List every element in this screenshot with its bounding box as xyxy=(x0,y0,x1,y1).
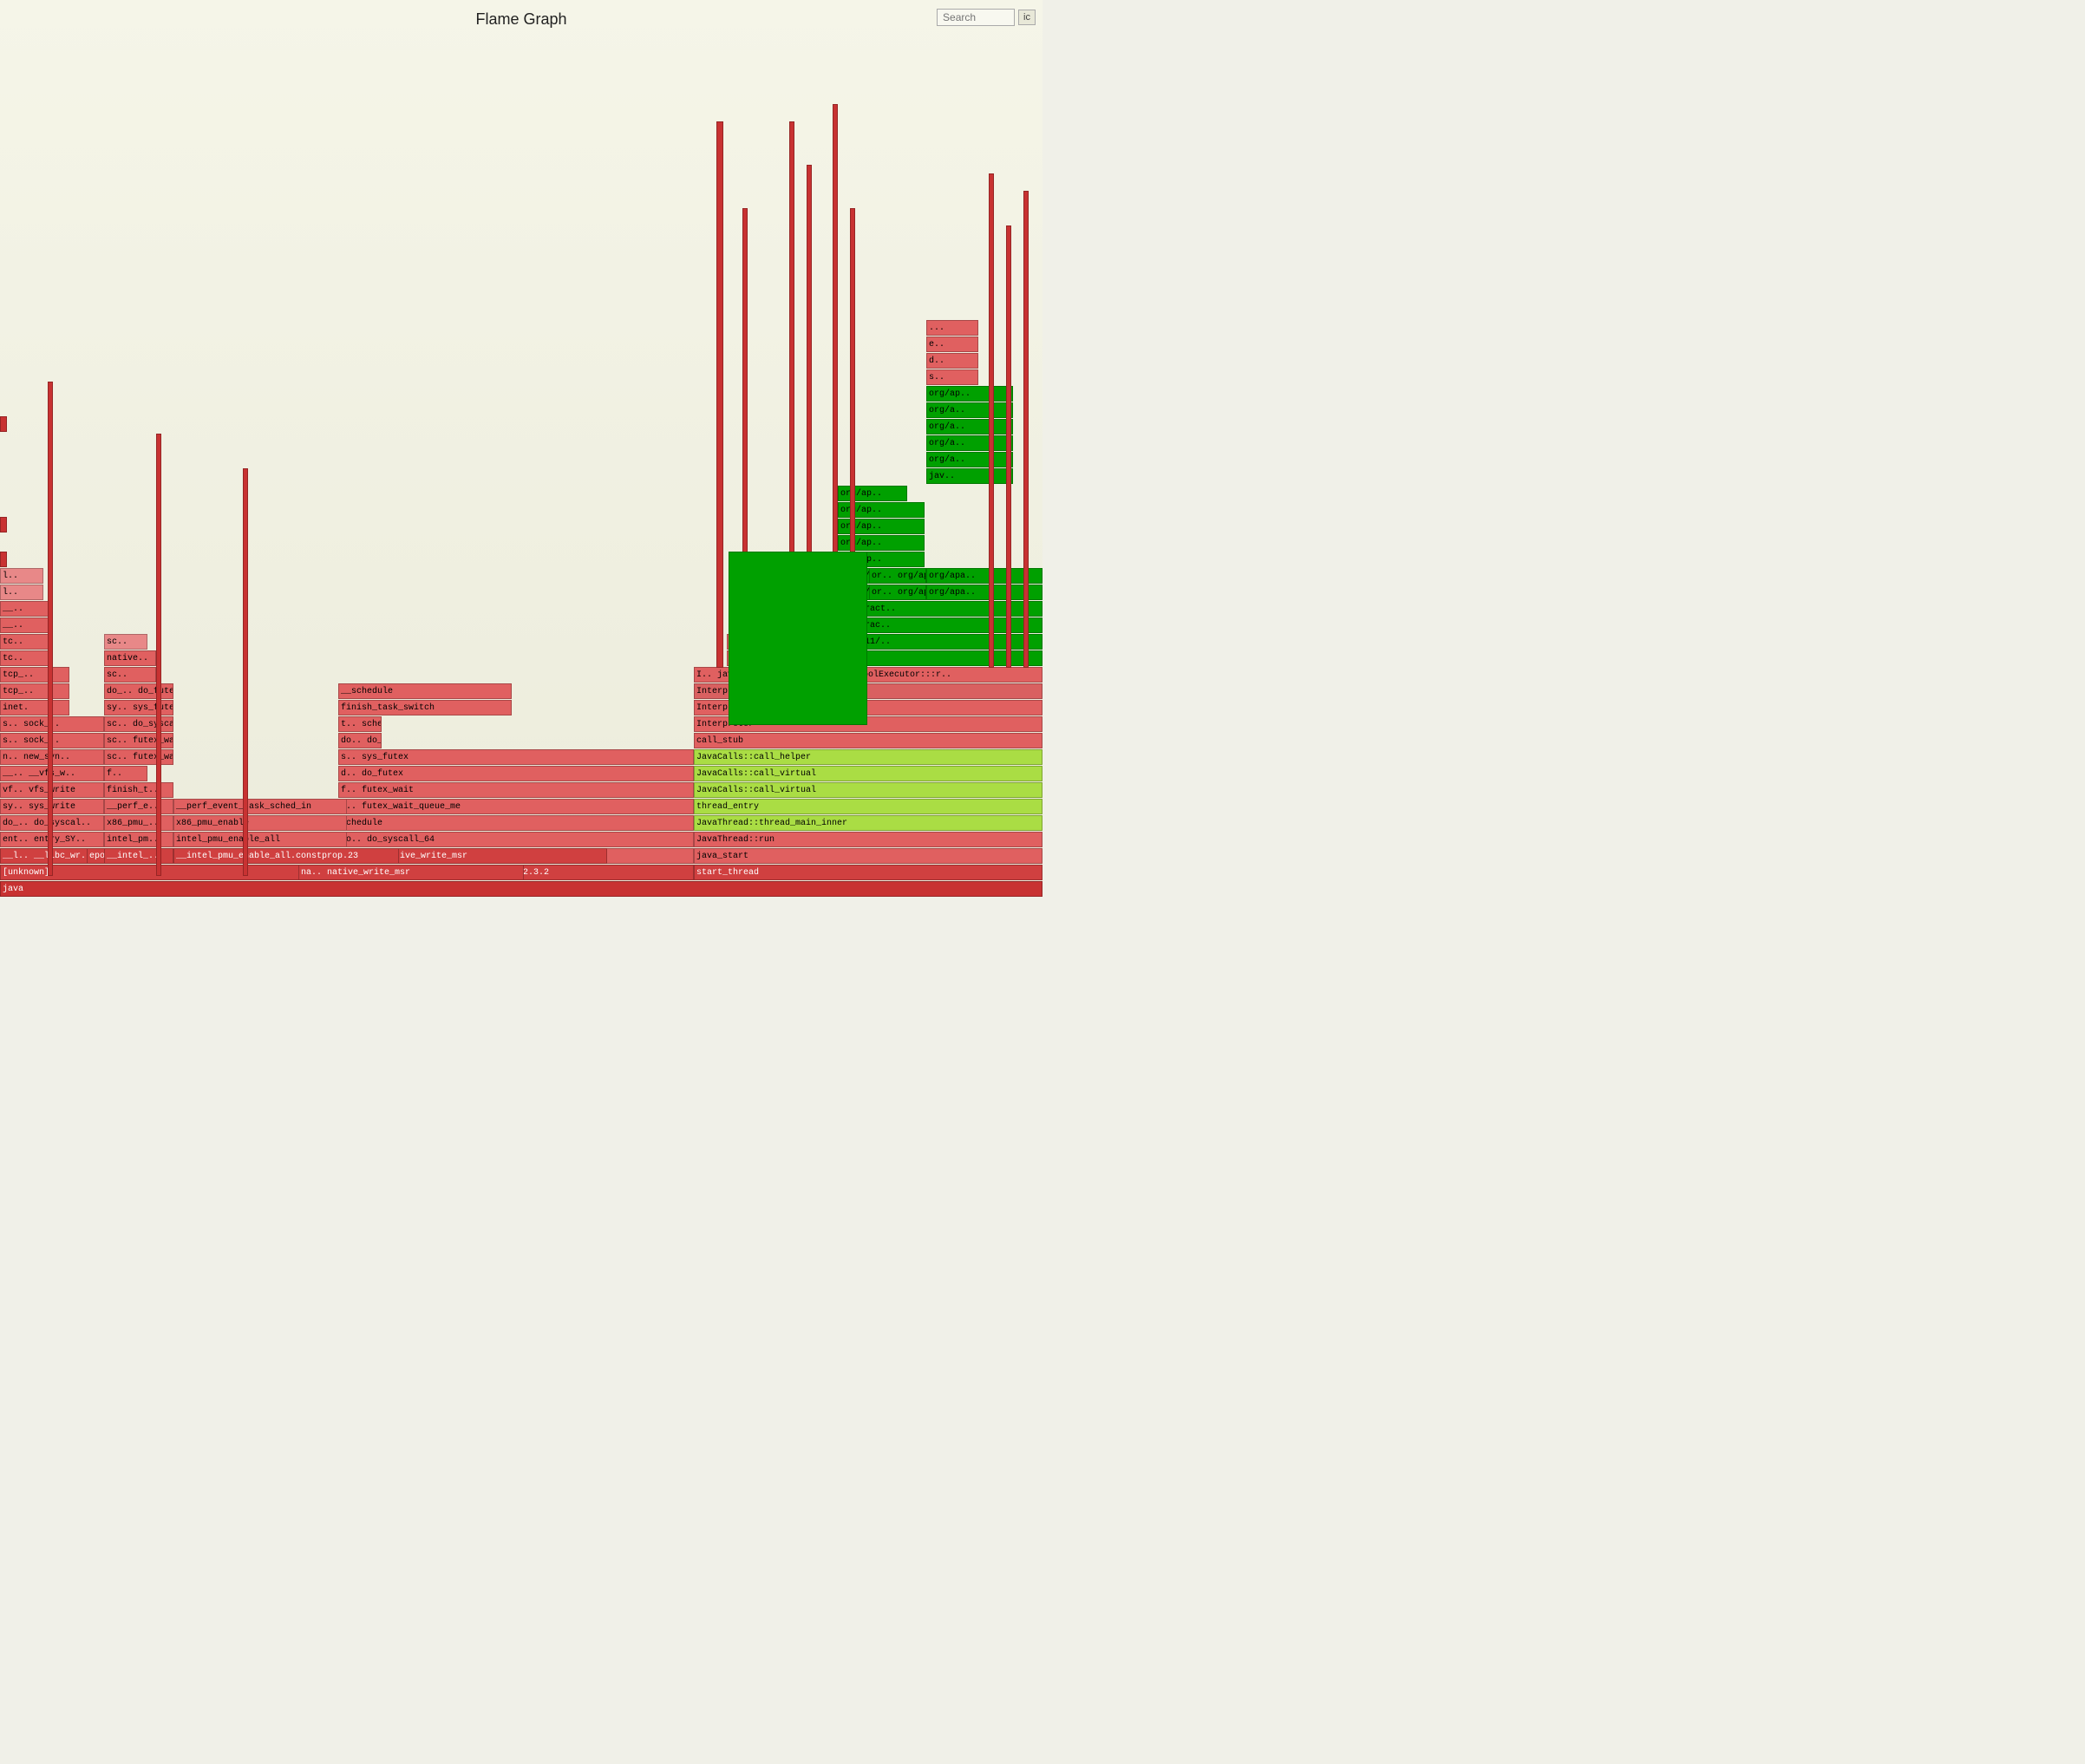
flame-frame-small_tall9[interactable] xyxy=(1023,191,1029,668)
flame-frame-futex_wait3[interactable]: s.. sys_futex xyxy=(338,749,694,765)
flame-frame-e_top[interactable]: e.. xyxy=(926,336,978,352)
flame-frame-small_tall7[interactable] xyxy=(989,173,994,668)
flame-frame-perf_event_task[interactable]: __perf_event_task_sched_in xyxy=(173,799,347,814)
flame-frame-l1[interactable]: l.. xyxy=(0,585,43,600)
page-title: Flame Graph xyxy=(0,0,1042,32)
flame-frame-org_a_442[interactable]: org/a.. xyxy=(926,419,1013,434)
flame-frame-do_syscall2[interactable]: do.. do_syscall_64 xyxy=(338,832,694,847)
flame-frame-native_write_msr_box[interactable]: native_write_msr xyxy=(382,848,607,864)
flame-frame-small2[interactable] xyxy=(0,517,7,532)
flame-frame-sc3[interactable]: sc.. xyxy=(104,634,147,650)
flame-frame-dash2[interactable]: __.. xyxy=(0,601,52,617)
flamegraph-area: java[unknown]__l.. __libc_wr..ent.. entr… xyxy=(0,35,1042,882)
flame-frame-org_a_461[interactable]: org/a.. xyxy=(926,435,1013,451)
flame-frame-javathread_main_inner[interactable]: JavaThread::thread_main_inner xyxy=(694,815,1042,831)
flame-frame-org_ap_404[interactable]: org/ap.. xyxy=(926,386,1013,402)
flame-frame-org_a_480[interactable]: org/a.. xyxy=(926,452,1013,467)
flame-frame-native2[interactable]: native.. xyxy=(104,650,156,666)
flame-frame-intel_pmu_enable_all_box[interactable]: intel_pmu_enable_all xyxy=(173,832,347,847)
flame-frame-intel_pmu2[interactable]: __intel_.. xyxy=(104,848,173,864)
flame-frame-small_red_tall3[interactable] xyxy=(243,468,248,876)
flame-frame-start_thread[interactable]: start_thread xyxy=(694,865,1042,880)
flame-frame-or_apac2[interactable]: or.. org/apac.. xyxy=(869,568,926,584)
flame-frame-small_red_tall1[interactable] xyxy=(48,382,53,876)
flame-frame-f2[interactable]: f.. xyxy=(104,766,147,781)
flame-frame-l2[interactable]: l.. xyxy=(0,568,43,584)
flame-frame-tcp1[interactable]: tcp_.. xyxy=(0,683,69,699)
flame-frame-small3[interactable] xyxy=(0,416,7,432)
flame-frame-__schedule2[interactable]: __schedule xyxy=(338,683,512,699)
flame-frame-finish_task[interactable]: finish_task_switch xyxy=(338,700,512,715)
flame-frame-do_futex_sc[interactable]: do_.. do_futex xyxy=(104,683,173,699)
flame-frame-dots_top[interactable]: ... xyxy=(926,320,978,336)
flame-frame-or_apac1[interactable]: or.. org/apac.. xyxy=(869,585,926,600)
flame-frame-small_tall8[interactable] xyxy=(1006,225,1011,668)
flame-frame-green_bar1[interactable] xyxy=(729,552,867,725)
flame-frame-s_top[interactable]: s.. xyxy=(926,369,978,385)
flame-frame-tcp2[interactable]: tcp_.. xyxy=(0,667,69,683)
flame-frame-finish_t2[interactable]: finish_t.. xyxy=(104,782,173,798)
flame-frame-javacalls_virtual1[interactable]: JavaCalls::call_virtual xyxy=(694,782,1042,798)
flame-frame-sys_futex2[interactable]: d.. do_futex xyxy=(338,766,694,781)
flame-frame-sc_futex3[interactable]: sc.. futex_wa.. xyxy=(104,733,173,748)
flame-frame-tc2[interactable]: tc.. xyxy=(0,634,52,650)
flame-frame-inet[interactable]: inet. xyxy=(0,700,69,715)
flame-frame-schedule_top[interactable]: schedule xyxy=(338,815,694,831)
flame-frame-sc_sysfutex[interactable]: sy.. sys_futex xyxy=(104,700,173,715)
flame-frame-small_red_tall2[interactable] xyxy=(156,434,161,876)
search-button[interactable]: ic xyxy=(1018,10,1036,25)
flame-frame-perf_e2[interactable]: __perf_e.. xyxy=(104,799,173,814)
flamegraph-container: Flame Graph ic java[unknown]__l.. __libc… xyxy=(0,0,1042,882)
flame-frame-intel_pm2[interactable]: intel_pm.. xyxy=(104,832,173,847)
flame-frame-x86_pmu_enable_box[interactable]: x86_pmu_enable xyxy=(173,815,347,831)
flame-frame-sc2[interactable]: sc.. xyxy=(104,667,156,683)
flame-frame-jav_500[interactable]: jav.. xyxy=(926,468,1013,484)
flame-frame-org_a_423[interactable]: org/a.. xyxy=(926,402,1013,418)
flame-frame-javacalls_virtual2[interactable]: JavaCalls::call_virtual xyxy=(694,766,1042,781)
flame-frame-javathread_run[interactable]: JavaThread::run xyxy=(694,832,1042,847)
flame-frame-intel_pmu_enable_all_const[interactable]: __intel_pmu_enable_all.constprop.23 xyxy=(173,848,399,864)
flame-frame-t_schedule[interactable]: t.. schedule xyxy=(338,716,382,732)
flame-frame-org_ap5[interactable]: org/ap.. xyxy=(838,486,907,501)
flame-frame-x86_pmu2[interactable]: x86_pmu_.. xyxy=(104,815,173,831)
flame-frame-javacalls_helper[interactable]: JavaCalls::call_helper xyxy=(694,749,1042,765)
flame-frame-na_native[interactable]: na.. native_write_msr xyxy=(298,865,524,880)
flame-frame-java[interactable]: java xyxy=(0,881,1042,897)
flame-frame-dash1[interactable]: __.. xyxy=(0,617,52,633)
flame-frame-tc1[interactable]: tc.. xyxy=(0,650,52,666)
flame-frame-d_top[interactable]: d.. xyxy=(926,353,978,369)
flame-frame-sc_syscall2[interactable]: sc.. do_syscal.. xyxy=(104,716,173,732)
search-area: ic xyxy=(937,9,1036,26)
flame-frame-futex_wait2[interactable]: f.. futex_wait xyxy=(338,782,694,798)
flame-frame-call_stub[interactable]: call_stub xyxy=(694,733,1042,748)
flame-frame-java_start[interactable]: java_start xyxy=(694,848,1042,864)
flame-frame-futex_wait_queue[interactable]: w.. futex_wait_queue_me xyxy=(338,799,694,814)
search-input[interactable] xyxy=(937,9,1015,26)
flame-frame-do_syscal3[interactable]: do.. do_syscall_64 xyxy=(338,733,382,748)
flame-frame-sc_futex2[interactable]: sc.. futex_wa.. xyxy=(104,749,173,765)
flame-frame-small1[interactable] xyxy=(0,552,7,567)
flame-frame-thread_entry[interactable]: thread_entry xyxy=(694,799,1042,814)
flame-frame-small_tall1[interactable] xyxy=(716,121,723,668)
